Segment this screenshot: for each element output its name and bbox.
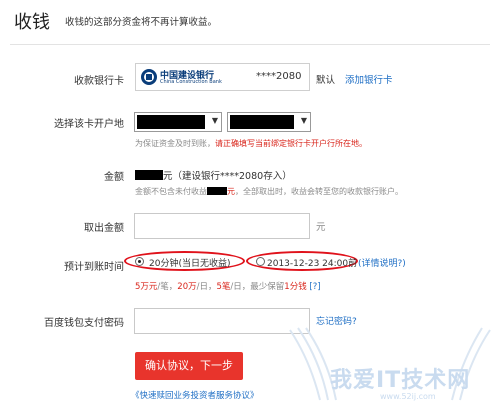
card-number: ****2080	[256, 71, 302, 82]
option1-label: 20分钟(当日无收益)	[149, 259, 231, 269]
amount-value: 元（建设银行****2080存入）	[135, 168, 292, 182]
watermark-url: www.52ij.com	[380, 392, 436, 401]
amount-deposit-text: （建设银行****2080存入）	[172, 171, 292, 182]
limit-per-day: 20万	[177, 282, 197, 292]
option2-label: 2013-12-23 24:00前	[267, 259, 358, 269]
limit-help-link[interactable]: [?]	[309, 282, 320, 292]
unpaid-redacted	[207, 187, 227, 195]
bank-name-en: China Construction Bank	[160, 79, 222, 85]
arrival-label: 预计到账时间	[64, 262, 124, 273]
amount-unit: 元	[163, 171, 173, 182]
radio-unchecked-icon	[256, 257, 265, 266]
agreement-link[interactable]: 《快速赎回业务投资者服务协议》	[131, 389, 259, 401]
branch-hint: 为保证资金及时到账，请正确填写当前绑定银行卡开户行所在地。	[135, 138, 367, 149]
limit-count: 5笔	[216, 282, 231, 292]
limit-sep-1: /笔，	[157, 282, 178, 292]
amount-redacted	[135, 170, 163, 180]
amount-note: 金额不包含未付收益 元，全部取出时，收益会转至您的收款银行账户。	[135, 186, 403, 197]
bank-card-label: 收款银行卡	[74, 76, 124, 87]
withdraw-unit: 元	[316, 222, 326, 233]
chevron-down-icon: ▼	[211, 116, 218, 125]
chevron-down-icon: ▼	[300, 116, 307, 125]
watermark-text: 我爱IT技术网	[330, 368, 471, 393]
branch-label: 选择该卡开户地	[54, 119, 124, 130]
radio-checked-icon	[135, 257, 144, 266]
province-select[interactable]: ▼	[134, 112, 222, 132]
withdraw-label: 取出金额	[84, 223, 124, 234]
amount-label: 金额	[104, 172, 124, 183]
page-subtitle: 收钱的这部分资金将不再计算收益。	[65, 17, 218, 28]
province-select-value	[137, 115, 205, 129]
password-label: 百度钱包支付密码	[44, 318, 124, 329]
limit-sep-3: /日，最少保留	[230, 282, 285, 292]
city-select[interactable]: ▼	[227, 112, 311, 132]
amount-note-prefix: 金额不包含未付收益	[135, 187, 207, 196]
ccb-logo-icon	[141, 69, 157, 85]
limit-per-txn: 5万元	[135, 282, 158, 292]
city-select-value	[230, 115, 294, 129]
branch-hint-warning: 请正确填写当前绑定银行卡开户行所在地。	[215, 139, 367, 148]
branch-hint-prefix: 为保证资金及时到账，	[135, 139, 215, 148]
limit-info: 5万元/笔，20万/日，5笔/日，最少保留1分钱 [?]	[135, 280, 321, 292]
details-link[interactable]: (详情说明?)	[358, 256, 406, 269]
amount-note-suffix: ，全部取出时，收益会转至您的收款银行账户。	[235, 187, 403, 196]
default-tag: 默认	[316, 75, 336, 86]
limit-min: 1分钱	[284, 282, 307, 292]
confirm-button[interactable]: 确认协议，下一步	[135, 352, 243, 380]
header-divider	[10, 44, 490, 45]
amount-note-unit: 元	[227, 187, 235, 196]
limit-sep-2: /日，	[196, 282, 217, 292]
withdraw-amount-input[interactable]	[134, 213, 310, 239]
page-title: 收钱	[14, 12, 50, 33]
bank-card-display[interactable]: 中国建设银行 China Construction Bank ****2080	[135, 63, 310, 91]
add-card-link[interactable]: 添加银行卡	[345, 72, 393, 86]
